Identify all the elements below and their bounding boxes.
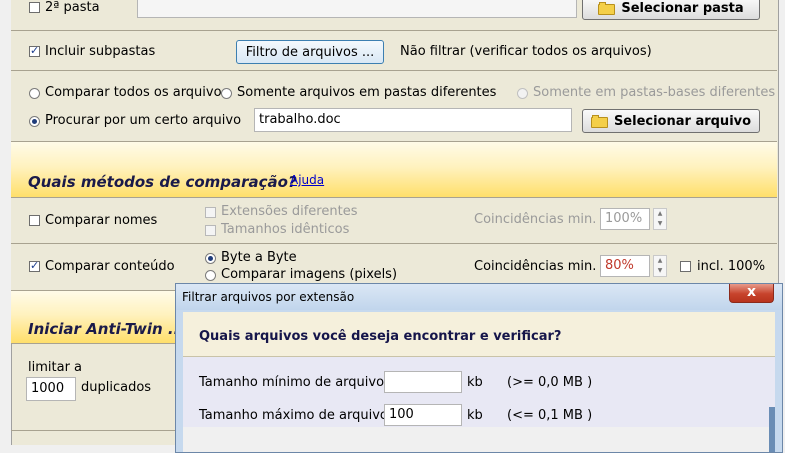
names-min-matches-spinner[interactable]: ▲ ▼ xyxy=(653,208,667,230)
different-extensions-checkbox[interactable] xyxy=(205,207,216,218)
start-anti-twin-link[interactable]: Iniciar Anti-Twin ... xyxy=(28,320,185,338)
max-size-label: Tamanho máximo de arquivo xyxy=(199,408,388,423)
content-min-matches-label: Coincidências min. xyxy=(474,259,597,274)
max-size-note: (<= 0,1 MB ) xyxy=(507,408,593,423)
compare-content-checkbox[interactable] xyxy=(29,259,40,273)
select-folder-label: Selecionar pasta xyxy=(621,1,744,16)
names-min-matches-label: Coincidências min. xyxy=(474,212,597,227)
filter-status-text: Não filtrar (verificar todos os arquivos… xyxy=(400,44,652,59)
second-folder-label: 2ª pasta xyxy=(45,0,100,15)
help-link[interactable]: Ajuda xyxy=(290,173,324,187)
compare-images-label: Comparar imagens (pixels) xyxy=(221,267,398,282)
max-size-input[interactable]: 100 xyxy=(384,404,462,426)
limit-input[interactable]: 1000 xyxy=(26,377,76,401)
folder-icon xyxy=(590,114,608,128)
dialog-titlebar: Filtrar arquivos por extensão x xyxy=(176,284,782,310)
compare-content-label: Comparar conteúdo xyxy=(45,259,175,274)
subfolders-row: Incluir subpastas Filtro de arquivos ...… xyxy=(11,31,777,71)
search-mode-row: Comparar todos os arquivo Somente arquiv… xyxy=(11,71,777,142)
start-band: Iniciar Anti-Twin ... xyxy=(11,291,185,344)
search-certain-file-label: Procurar por um certo arquivo xyxy=(45,113,242,128)
compare-names-checkbox[interactable] xyxy=(29,215,40,226)
byte-by-byte-radio[interactable] xyxy=(205,253,216,264)
identical-sizes-label: Tamanhos idênticos xyxy=(221,222,350,237)
select-file-button[interactable]: Selecionar arquivo xyxy=(582,109,760,133)
min-size-note: (>= 0,0 MB ) xyxy=(507,375,593,390)
incl-100-label: incl. 100% xyxy=(697,259,766,274)
compare-images-radio[interactable] xyxy=(205,270,216,281)
dialog-content: Quais arquivos você deseja encontrar e v… xyxy=(183,312,775,452)
duplicates-label: duplicados xyxy=(81,380,152,395)
min-size-unit: kb xyxy=(467,375,483,390)
byte-by-byte-label: Byte a Byte xyxy=(221,250,297,265)
names-min-matches-input[interactable]: 100% xyxy=(600,208,650,230)
certain-file-input[interactable]: trabalho.doc xyxy=(254,108,572,132)
folder-icon xyxy=(598,2,616,15)
include-subfolders-label: Incluir subpastas xyxy=(45,44,156,59)
only-different-base-radio[interactable] xyxy=(517,88,528,99)
only-different-base-label: Somente em pastas-bases diferentes xyxy=(533,85,776,100)
only-different-folders-label: Somente arquivos em pastas diferentes xyxy=(237,85,497,100)
compare-names-label: Comparar nomes xyxy=(45,213,158,228)
limit-label: limitar a xyxy=(28,360,83,375)
identical-sizes-checkbox[interactable] xyxy=(205,225,216,236)
compare-all-label: Comparar todos os arquivo xyxy=(45,85,221,100)
second-folder-checkbox[interactable] xyxy=(29,2,40,13)
methods-title: Quais métodos de comparação? xyxy=(28,173,297,191)
select-folder-button[interactable]: Selecionar pasta xyxy=(582,0,760,20)
compare-all-radio[interactable] xyxy=(29,88,40,99)
max-size-unit: kb xyxy=(467,408,483,423)
second-folder-path-input[interactable] xyxy=(137,0,577,18)
dialog-question: Quais arquivos você deseja encontrar e v… xyxy=(199,329,562,344)
file-filter-button[interactable]: Filtro de arquivos ... xyxy=(236,40,384,64)
min-size-input[interactable] xyxy=(384,371,462,393)
divider xyxy=(11,430,181,431)
compare-names-row: Comparar nomes Extensões diferentes Tama… xyxy=(11,198,777,244)
include-subfolders-checkbox[interactable] xyxy=(29,44,40,58)
dialog-close-button[interactable]: x xyxy=(729,284,774,303)
dialog-title: Filtrar arquivos por extensão xyxy=(182,290,355,304)
min-size-label: Tamanho mínimo de arquivo xyxy=(199,375,385,390)
content-min-matches-spinner[interactable]: ▲ ▼ xyxy=(653,255,667,277)
filter-dialog: Filtrar arquivos por extensão x Quais ar… xyxy=(175,283,783,453)
different-extensions-label: Extensões diferentes xyxy=(221,204,358,219)
incl-100-checkbox[interactable] xyxy=(680,261,691,272)
select-file-label: Selecionar arquivo xyxy=(613,113,752,129)
search-certain-file-radio[interactable] xyxy=(29,116,40,127)
dialog-question-band: Quais arquivos você deseja encontrar e v… xyxy=(183,312,775,357)
dialog-size-area: Tamanho mínimo de arquivo kb (>= 0,0 MB … xyxy=(183,357,775,427)
methods-header: Quais métodos de comparação? Ajuda xyxy=(11,142,777,198)
content-min-matches-input[interactable]: 80% xyxy=(600,255,650,277)
second-folder-row: 2ª pasta Selecionar pasta xyxy=(11,0,777,31)
only-different-folders-radio[interactable] xyxy=(221,88,232,99)
dialog-scrollbar[interactable] xyxy=(769,407,775,452)
